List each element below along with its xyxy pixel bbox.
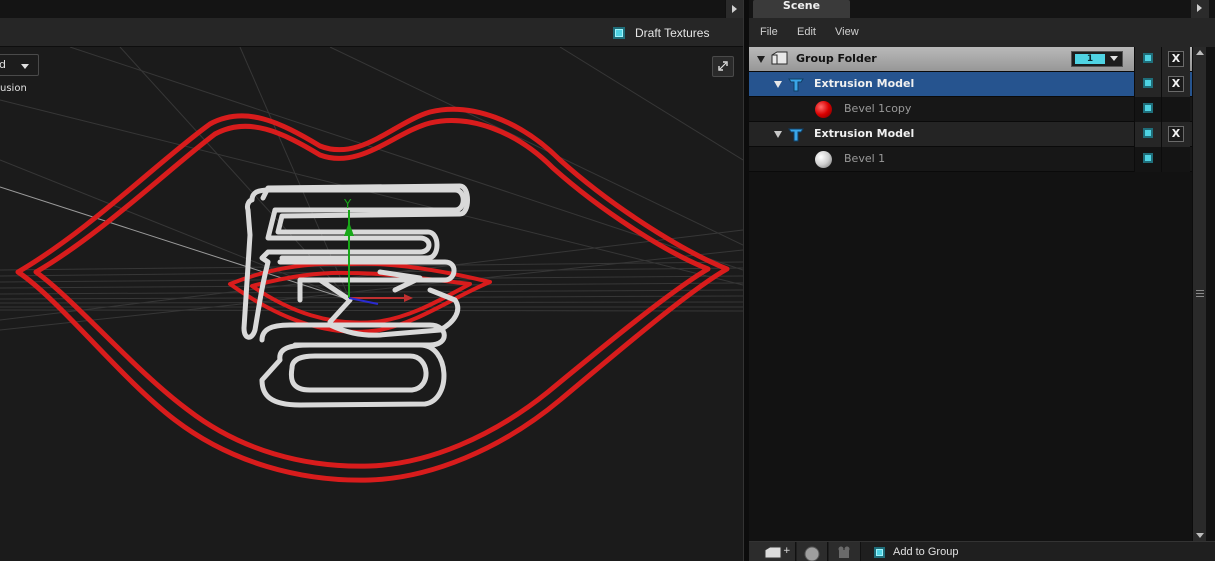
view-select[interactable]: d xyxy=(0,54,39,76)
extrusion-model-icon xyxy=(788,78,804,92)
scroll-up-icon[interactable] xyxy=(1196,50,1204,55)
visibility-cell[interactable] xyxy=(1134,97,1161,122)
delete-cell[interactable]: X xyxy=(1161,72,1190,97)
visibility-cell[interactable] xyxy=(1134,147,1161,172)
viewport-collapse-button[interactable] xyxy=(725,0,743,18)
delete-button[interactable]: X xyxy=(1168,51,1184,67)
extrusion-model-icon xyxy=(788,128,804,142)
scroll-down-icon[interactable] xyxy=(1196,533,1204,538)
new-folder-icon: + xyxy=(764,546,791,559)
tree-row-material-1[interactable]: Bevel 1copy xyxy=(749,97,1192,122)
viewport-toolbar: Draft Textures xyxy=(0,18,743,47)
new-folder-button[interactable]: + xyxy=(749,542,796,561)
tree-row-label: Bevel 1copy xyxy=(844,102,912,115)
group-count-stepper[interactable]: 1 xyxy=(1071,51,1123,67)
scene-tab-bar: Scene xyxy=(749,0,1215,18)
expand-icon xyxy=(718,61,728,71)
tree-row-group-folder[interactable]: Group Folder 1 X xyxy=(749,47,1192,72)
group-count-value: 1 xyxy=(1075,54,1105,64)
3d-scene[interactable]: Y xyxy=(0,47,743,561)
draft-textures-checkbox[interactable] xyxy=(613,27,625,39)
expand-viewport-button[interactable] xyxy=(712,56,734,77)
tree-row-label: Group Folder xyxy=(796,52,877,65)
tree-row-extrusion-model-2[interactable]: Extrusion Model X xyxy=(749,122,1192,147)
viewport-title-bar xyxy=(0,0,743,18)
tree-row-extrusion-model-1[interactable]: Extrusion Model X xyxy=(749,72,1192,97)
expand-triangle-icon[interactable] xyxy=(774,131,782,138)
delete-cell xyxy=(1161,97,1190,122)
draft-textures-toggle[interactable]: Draft Textures xyxy=(613,26,709,40)
add-to-group-label: Add to Group xyxy=(893,546,959,558)
view-mode-label: usion xyxy=(0,83,27,94)
camera-button[interactable] xyxy=(829,542,861,561)
material-ball-icon xyxy=(815,151,832,168)
visibility-checkbox[interactable] xyxy=(1143,53,1153,63)
tree-row-material-2[interactable]: Bevel 1 xyxy=(749,147,1192,172)
sphere-icon xyxy=(804,546,820,561)
panel-collapse-button[interactable] xyxy=(1191,0,1209,18)
menu-file[interactable]: File xyxy=(760,26,778,38)
svg-text:+: + xyxy=(783,546,791,556)
delete-cell[interactable]: X xyxy=(1161,47,1190,72)
scene-tree: Group Folder 1 X Extrusion Model X Bevel… xyxy=(749,47,1192,172)
delete-button[interactable]: X xyxy=(1168,76,1184,92)
tree-row-label: Extrusion Model xyxy=(814,77,915,90)
visibility-checkbox[interactable] xyxy=(1143,128,1153,138)
visibility-cell[interactable] xyxy=(1134,122,1161,147)
folder-icon xyxy=(771,51,788,65)
visibility-checkbox[interactable] xyxy=(1143,103,1153,113)
expand-triangle-icon[interactable] xyxy=(774,81,782,88)
visibility-checkbox[interactable] xyxy=(1143,78,1153,88)
tab-scene[interactable]: Scene xyxy=(753,0,850,18)
viewport-pane[interactable]: Draft Textures Y d usion xyxy=(0,0,743,561)
scene-bottom-toolbar: + Add to Group xyxy=(749,541,1215,561)
tree-row-label: Extrusion Model xyxy=(814,127,915,140)
add-sphere-button[interactable] xyxy=(797,542,828,561)
menu-view[interactable]: View xyxy=(835,26,859,38)
scene-panel: Scene File Edit View Group Folder 1 X Ex… xyxy=(749,0,1215,561)
visibility-checkbox[interactable] xyxy=(1143,153,1153,163)
menu-edit[interactable]: Edit xyxy=(797,26,816,38)
expand-triangle-icon[interactable] xyxy=(757,56,765,63)
scene-menu-bar: File Edit View xyxy=(749,18,1215,47)
delete-cell xyxy=(1161,147,1190,172)
scroll-grip-icon[interactable] xyxy=(1196,290,1204,297)
add-to-group-checkbox[interactable] xyxy=(874,546,885,558)
visibility-cell[interactable] xyxy=(1134,47,1161,72)
chevron-down-icon[interactable] xyxy=(1110,56,1118,61)
lips-model xyxy=(15,106,730,483)
visibility-cell[interactable] xyxy=(1134,72,1161,97)
scene-tree-scrollbar[interactable] xyxy=(1192,47,1206,544)
delete-button[interactable]: X xyxy=(1168,126,1184,142)
delete-cell[interactable]: X xyxy=(1161,122,1190,147)
svg-text:Y: Y xyxy=(343,197,352,211)
draft-textures-label: Draft Textures xyxy=(635,26,710,40)
chevron-down-icon xyxy=(21,64,29,69)
material-ball-icon xyxy=(815,101,832,118)
add-to-group-toggle[interactable]: Add to Group xyxy=(862,542,958,561)
camera-icon xyxy=(838,546,850,558)
kanji-glyph-model xyxy=(241,183,470,408)
view-select-value: d xyxy=(0,58,6,71)
tree-row-label: Bevel 1 xyxy=(844,152,886,165)
